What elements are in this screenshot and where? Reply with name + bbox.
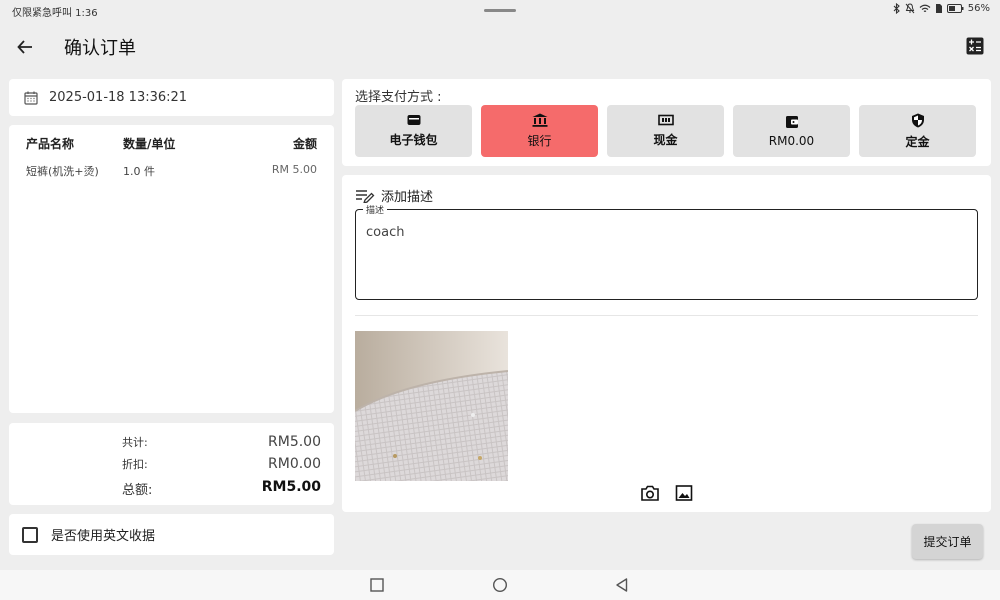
wallet-card-icon: [407, 115, 420, 125]
discount-value: RM0.00: [268, 456, 321, 472]
payment-cash-button[interactable]: 现金: [607, 105, 724, 157]
camera-button[interactable]: [640, 483, 660, 503]
payment-ewallet-button[interactable]: 电子钱包: [355, 105, 472, 157]
photo-thumbnail-image: [355, 331, 508, 481]
home-button[interactable]: [492, 577, 508, 593]
item-quantity: 1.0 件: [123, 165, 155, 178]
payment-bank-button[interactable]: 银行: [481, 105, 598, 157]
status-icons: 56%: [892, 3, 990, 14]
bank-icon: [532, 113, 547, 127]
subtotal-label: 共计:: [122, 436, 148, 449]
image-icon: [675, 485, 693, 501]
arrow-left-icon: [17, 40, 32, 54]
circle-icon: [492, 577, 508, 593]
english-receipt-label: 是否使用英文收据: [51, 529, 156, 544]
payment-balance-label: RM0.00: [768, 133, 815, 148]
order-datetime: 2025-01-18 13:36:21: [49, 90, 188, 105]
status-bar: 仅限紧急呼叫 1:36 56%: [0, 0, 1000, 22]
payment-ewallet-label: 电子钱包: [389, 133, 438, 147]
shield-icon: [911, 113, 924, 127]
column-header-quantity: 数量/单位: [123, 137, 176, 151]
item-amount: RM 5.00: [271, 163, 317, 176]
calculator-icon: [966, 37, 984, 55]
payment-method-card: 选择支付方式 : 电子钱包 银行 现金 RM0.00 定金: [342, 79, 991, 166]
english-receipt-checkbox[interactable]: [22, 526, 38, 543]
mute-icon: [905, 3, 915, 14]
edit-notes-icon: [356, 189, 375, 204]
sim-icon: [935, 4, 942, 13]
totals-card: 共计: RM5.00 折扣: RM0.00 总额: RM5.00: [9, 423, 334, 505]
discount-label: 折扣:: [122, 458, 148, 471]
page-title: 确认订单: [64, 38, 136, 59]
battery-icon: [946, 4, 964, 13]
payment-balance-button[interactable]: RM0.00: [733, 105, 850, 157]
english-receipt-toggle[interactable]: 是否使用英文收据: [9, 514, 334, 555]
back-button[interactable]: [12, 34, 38, 60]
camera-icon: [641, 485, 659, 501]
square-icon: [370, 578, 384, 592]
calculator-button[interactable]: [964, 35, 986, 57]
cash-icon: [657, 114, 674, 126]
battery-percent: 56%: [967, 3, 990, 14]
item-name: 短裤(机洗+烫): [26, 165, 99, 178]
payment-method-title: 选择支付方式 :: [355, 90, 442, 105]
bluetooth-icon: [893, 3, 900, 14]
status-handle: [484, 9, 516, 12]
payment-deposit-button[interactable]: 定金: [859, 105, 976, 157]
nav-back-button[interactable]: [614, 577, 630, 593]
payment-bank-label: 银行: [527, 134, 552, 148]
status-text: 仅限紧急呼叫 1:36: [12, 8, 98, 19]
description-title: 添加描述: [381, 190, 434, 205]
total-value: RM5.00: [261, 479, 321, 495]
app-bar: 确认订单: [0, 22, 1000, 70]
description-input-label: 描述: [363, 203, 388, 216]
payment-cash-label: 现金: [653, 133, 678, 147]
submit-order-button[interactable]: 提交订单: [912, 524, 983, 559]
column-header-amount: 金额: [292, 137, 317, 151]
divider: [355, 315, 978, 316]
description-input-value[interactable]: coach: [366, 225, 404, 240]
order-items-card: 产品名称 数量/单位 金额 短裤(机洗+烫) 1.0 件 RM 5.00: [9, 125, 334, 413]
wifi-icon: [919, 4, 931, 12]
attached-photo[interactable]: [355, 331, 508, 481]
account-balance-wallet-icon: [785, 115, 798, 128]
subtotal-value: RM5.00: [268, 434, 321, 450]
column-header-name: 产品名称: [26, 137, 75, 151]
navigation-bar: [0, 570, 1000, 600]
description-input[interactable]: 描述 coach: [355, 203, 978, 300]
triangle-back-icon: [616, 578, 628, 592]
description-card: 添加描述 描述 coach: [342, 175, 991, 512]
total-label: 总额:: [122, 483, 153, 498]
order-date-card: 2025-01-18 13:36:21: [9, 79, 334, 116]
gallery-button[interactable]: [674, 483, 694, 503]
recent-apps-button[interactable]: [369, 577, 385, 593]
calendar-icon: [24, 91, 38, 105]
payment-deposit-label: 定金: [905, 134, 930, 149]
